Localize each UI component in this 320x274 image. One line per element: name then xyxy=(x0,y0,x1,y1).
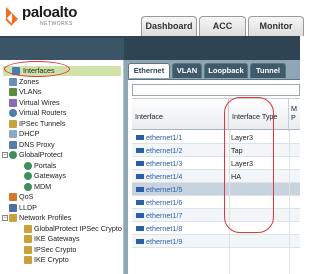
table-row[interactable]: ethernet1/9 xyxy=(132,235,300,248)
column-header-truncated[interactable]: M P xyxy=(289,99,300,131)
ipsec-crypto-icon xyxy=(24,246,32,254)
dns-proxy-icon xyxy=(9,141,17,149)
sidebar-item-zones[interactable]: Zones xyxy=(9,77,119,87)
interface-link[interactable]: ethernet1/8 xyxy=(146,224,182,233)
table-row[interactable]: ethernet1/4 HA xyxy=(132,170,300,183)
paloalto-mark-icon xyxy=(5,7,18,26)
sidebar-item-lldp[interactable]: LLDP xyxy=(9,203,119,213)
interface-link[interactable]: ethernet1/5 xyxy=(146,185,182,194)
interface-name-cell: ethernet1/9 xyxy=(132,235,228,248)
ethernet-port-icon xyxy=(136,238,144,244)
table-header: Interface Interface Type M P xyxy=(132,98,300,131)
lldp-icon xyxy=(9,204,17,212)
sidebar-item-qos[interactable]: QoS xyxy=(9,192,119,202)
interface-link[interactable]: ethernet1/2 xyxy=(146,146,182,155)
subtab-ethernet[interactable]: Ethernet xyxy=(128,63,170,78)
annotation-oval-interface-type xyxy=(224,97,274,233)
interface-name-cell: ethernet1/7 xyxy=(132,209,228,222)
collapse-network-profiles-icon[interactable]: − xyxy=(2,215,8,221)
sidebar-item-ike-gateways[interactable]: IKE Gateways xyxy=(24,234,119,244)
interface-link[interactable]: ethernet1/4 xyxy=(146,172,182,181)
sidebar-item-vlans[interactable]: VLANs xyxy=(9,87,119,97)
subtab-tunnel[interactable]: Tunnel xyxy=(250,63,286,78)
table-row[interactable]: ethernet1/2 Tap xyxy=(132,144,300,157)
table-row[interactable]: ethernet1/3 Layer3 xyxy=(132,157,300,170)
crypto-icon xyxy=(24,225,32,233)
sidebar-item-mdm[interactable]: MDM xyxy=(24,182,119,192)
column-divider xyxy=(289,130,290,274)
interface-name-cell: ethernet1/8 xyxy=(132,222,228,235)
sidebar-header-band xyxy=(0,38,124,60)
tab-dashboard[interactable]: Dashboard xyxy=(141,16,197,36)
network-profiles-icon xyxy=(9,214,17,222)
annotation-oval-interfaces xyxy=(4,61,70,77)
vlans-icon xyxy=(9,88,17,96)
ethernet-port-icon xyxy=(136,160,144,166)
gateways-icon xyxy=(24,172,32,180)
table-row[interactable]: ethernet1/7 xyxy=(132,209,300,222)
sidebar-item-dns-proxy[interactable]: DNS Proxy xyxy=(9,140,119,150)
interface-name-cell: ethernet1/1 xyxy=(132,131,228,144)
tab-monitor[interactable]: Monitor xyxy=(248,16,304,36)
table-row-selected[interactable]: ethernet1/5 xyxy=(132,183,300,196)
virtual-routers-icon xyxy=(9,109,17,117)
tab-acc[interactable]: ACC xyxy=(199,16,246,36)
ipsec-tunnels-icon xyxy=(9,120,17,128)
paloalto-logo: paloalto NETWORKS xyxy=(4,4,84,30)
sidebar-item-dhcp[interactable]: DHCP xyxy=(9,129,119,139)
app-header: paloalto NETWORKS Dashboard ACC Monitor xyxy=(0,0,304,36)
interface-name-cell: ethernet1/5 xyxy=(132,183,228,196)
sidebar: Interfaces Zones VLANs Virtual Wires Vir… xyxy=(0,60,124,274)
interface-link[interactable]: ethernet1/6 xyxy=(146,198,182,207)
ethernet-port-icon xyxy=(136,134,144,140)
sidebar-item-network-profiles[interactable]: Network Profiles xyxy=(9,213,119,223)
sidebar-item-virtual-wires[interactable]: Virtual Wires xyxy=(9,98,119,108)
zones-icon xyxy=(9,78,17,86)
collapse-globalprotect-icon[interactable]: − xyxy=(2,152,8,158)
column-header-interface[interactable]: Interface xyxy=(132,99,229,131)
sidebar-item-ike-crypto[interactable]: IKE Crypto xyxy=(24,255,119,265)
interface-link[interactable]: ethernet1/3 xyxy=(146,159,182,168)
interface-link[interactable]: ethernet1/9 xyxy=(146,237,182,246)
ethernet-port-icon xyxy=(136,225,144,231)
brand-sub: NETWORKS xyxy=(40,21,73,27)
interface-name-cell: ethernet1/4 xyxy=(132,170,228,183)
virtual-wires-icon xyxy=(9,99,17,107)
sidebar-item-ipsec-tunnels[interactable]: IPSec Tunnels xyxy=(9,119,119,129)
sidebar-item-ipsec-crypto[interactable]: IPSec Crypto xyxy=(24,245,119,255)
sidebar-item-portals[interactable]: Portals xyxy=(24,161,119,171)
interfaces-grid: Interface Interface Type M P ethernet1/1… xyxy=(128,79,300,274)
table-row[interactable]: ethernet1/6 xyxy=(132,196,300,209)
qos-icon xyxy=(9,193,17,201)
table-row[interactable]: ethernet1/8 xyxy=(132,222,300,235)
ike-crypto-icon xyxy=(24,256,32,264)
column-header-truncated-line2: P xyxy=(291,113,296,122)
interface-name-cell: ethernet1/3 xyxy=(132,157,228,170)
filter-input[interactable] xyxy=(132,84,300,96)
portals-icon xyxy=(24,162,32,170)
interface-type-cell xyxy=(229,235,289,248)
sidebar-item-globalprotect[interactable]: GlobalProtect xyxy=(9,150,119,160)
sidebar-item-gateways[interactable]: Gateways xyxy=(24,171,119,181)
globalprotect-icon xyxy=(9,151,17,159)
ethernet-port-icon xyxy=(136,199,144,205)
ethernet-port-icon xyxy=(136,212,144,218)
subtab-loopback[interactable]: Loopback xyxy=(204,63,248,78)
interface-name-cell: ethernet1/2 xyxy=(132,144,228,157)
subtab-vlan[interactable]: VLAN xyxy=(172,63,202,78)
sidebar-item-virtual-routers[interactable]: Virtual Routers xyxy=(9,108,119,118)
ethernet-port-icon xyxy=(136,186,144,192)
ethernet-port-icon xyxy=(136,147,144,153)
ike-gateways-icon xyxy=(24,235,32,243)
interface-name-cell: ethernet1/6 xyxy=(132,196,228,209)
table-row[interactable]: ethernet1/1 Layer3 xyxy=(132,131,300,144)
interface-link[interactable]: ethernet1/1 xyxy=(146,133,182,142)
column-header-truncated-line1: M xyxy=(291,104,297,113)
brand-name: paloalto xyxy=(22,4,78,21)
sidebar-item-globalprotect-ipsec-crypto[interactable]: GlobalProtect IPSec Crypto xyxy=(24,224,122,234)
interface-link[interactable]: ethernet1/7 xyxy=(146,211,182,220)
ethernet-port-icon xyxy=(136,173,144,179)
mdm-icon xyxy=(24,183,32,191)
dhcp-icon xyxy=(9,130,17,138)
